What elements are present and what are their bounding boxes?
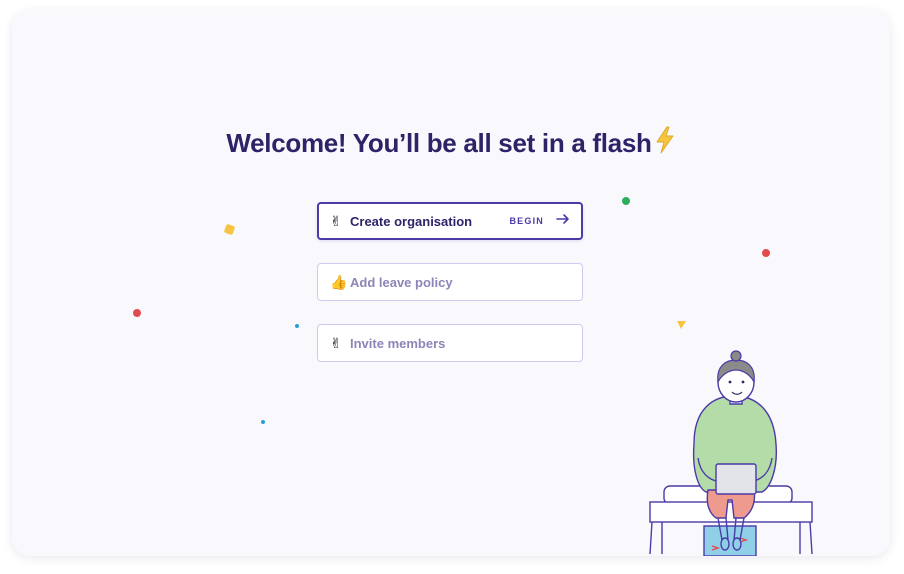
step-label: Invite members [350, 335, 446, 351]
confetti-yellow-triangle [677, 321, 686, 329]
welcome-title-text: Welcome! You’ll be all set in a flash [226, 128, 652, 158]
thumbs-up-icon: 👍 [330, 274, 348, 290]
confetti-blue-dot [295, 324, 299, 328]
person-with-laptop-illustration [649, 350, 813, 556]
begin-label[interactable]: BEGIN [509, 216, 544, 226]
step-invite-members[interactable]: ✌ Invite members [317, 324, 583, 362]
confetti-red-dot [762, 249, 770, 257]
confetti-yellow-square [224, 224, 235, 235]
confetti-red-dot [133, 309, 141, 317]
step-add-leave-policy[interactable]: 👍 Add leave policy [317, 263, 583, 301]
step-label: Add leave policy [350, 274, 453, 290]
step-label: Create organisation [350, 213, 473, 229]
lightning-bolt-icon [654, 126, 676, 161]
victory-hand-icon: ✌ [330, 213, 342, 229]
confetti-blue-dot [261, 420, 265, 424]
step-create-organisation[interactable]: ✌ Create organisation BEGIN [317, 202, 583, 240]
victory-hand-icon: ✌ [330, 335, 342, 351]
welcome-heading: Welcome! You’ll be all set in a flash [12, 126, 890, 161]
arrow-right-icon[interactable] [556, 212, 570, 230]
onboarding-card: Welcome! You’ll be all set in a flash ✌ … [12, 10, 890, 556]
confetti-green-dot [622, 197, 630, 205]
